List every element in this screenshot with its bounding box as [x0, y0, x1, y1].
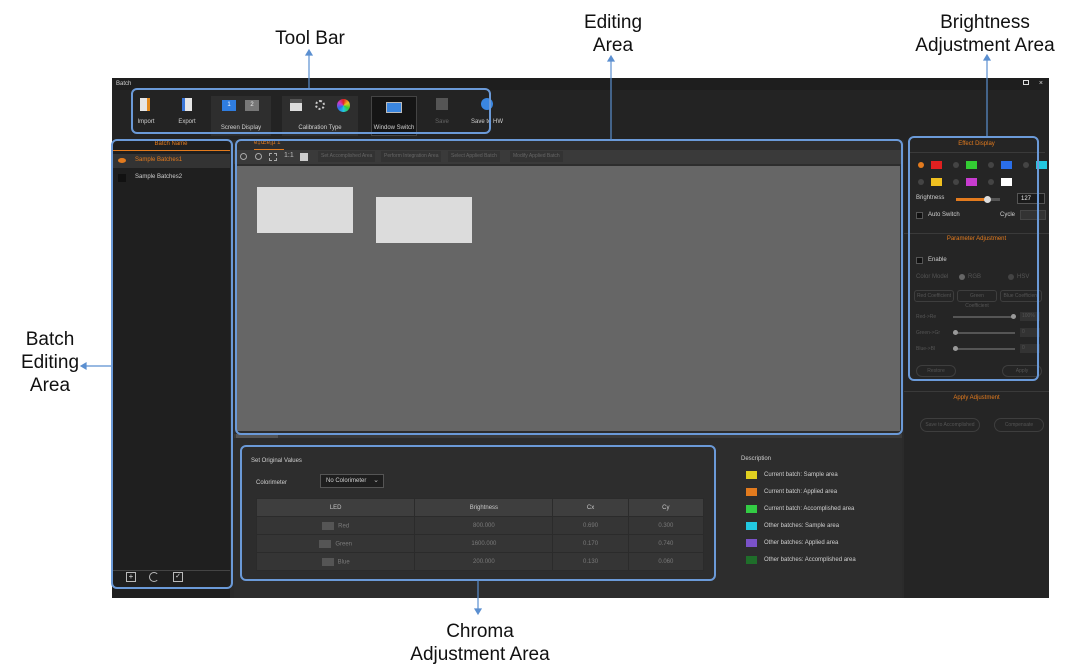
legend-label: Other batches: Applied area [764, 540, 839, 546]
legend-label: Other batches: Accomplished area [764, 557, 856, 563]
legend-label: Current batch: Accomplished area [764, 506, 855, 512]
save-to-accomplished-button[interactable]: Save to Accomplished [920, 418, 980, 432]
callout-chroma-line2: Adjustment Area [410, 644, 550, 665]
callout-batch-line1: Batch [25, 329, 75, 350]
close-icon[interactable]: × [1039, 80, 1043, 87]
callout-batch-line2: Editing [20, 352, 80, 373]
legend-label: Other batches: Sample area [764, 523, 840, 529]
batch-editing-highlight-box [111, 139, 233, 589]
legend-swatch [746, 505, 757, 513]
callout-brightness-line2: Adjustment Area [915, 35, 1055, 56]
legend-swatch [746, 556, 757, 564]
callout-editing-area: Editing Area [568, 11, 658, 57]
arrowhead-chroma [473, 608, 483, 616]
callout-chroma-area: Chroma Adjustment Area [400, 620, 560, 666]
compensate-button[interactable]: Compensate [994, 418, 1044, 432]
callout-tool-bar: Tool Bar [275, 28, 345, 49]
callout-batch-editing-area: Batch Editing Area [15, 328, 85, 397]
restore-icon[interactable] [1022, 80, 1029, 85]
legend-label: Current batch: Applied area [764, 489, 838, 495]
callout-chroma-line1: Chroma [446, 621, 514, 642]
legend-swatch [746, 488, 757, 496]
callout-editing-line2: Area [592, 35, 634, 56]
brightness-highlight-box [908, 136, 1039, 381]
editing-highlight-box [235, 139, 903, 435]
legend-swatch [746, 522, 757, 530]
chroma-highlight-box [240, 445, 716, 581]
description-title: Description [741, 456, 772, 462]
callout-batch-line3: Area [29, 375, 71, 396]
callout-brightness-line1: Brightness [940, 12, 1030, 33]
apply-adjustment-header: Apply Adjustment [904, 391, 1049, 401]
legend-swatch [746, 539, 757, 547]
window-controls: × [1022, 78, 1043, 90]
legend-swatch [746, 471, 757, 479]
callout-editing-line1: Editing [583, 12, 643, 33]
callout-brightness-area: Brightness Adjustment Area [905, 11, 1065, 57]
legend-label: Current batch: Sample area [764, 472, 838, 478]
window-title: Batch [116, 81, 132, 87]
toolbar-highlight-box [131, 88, 491, 134]
arrowhead-toolbar [304, 48, 314, 56]
